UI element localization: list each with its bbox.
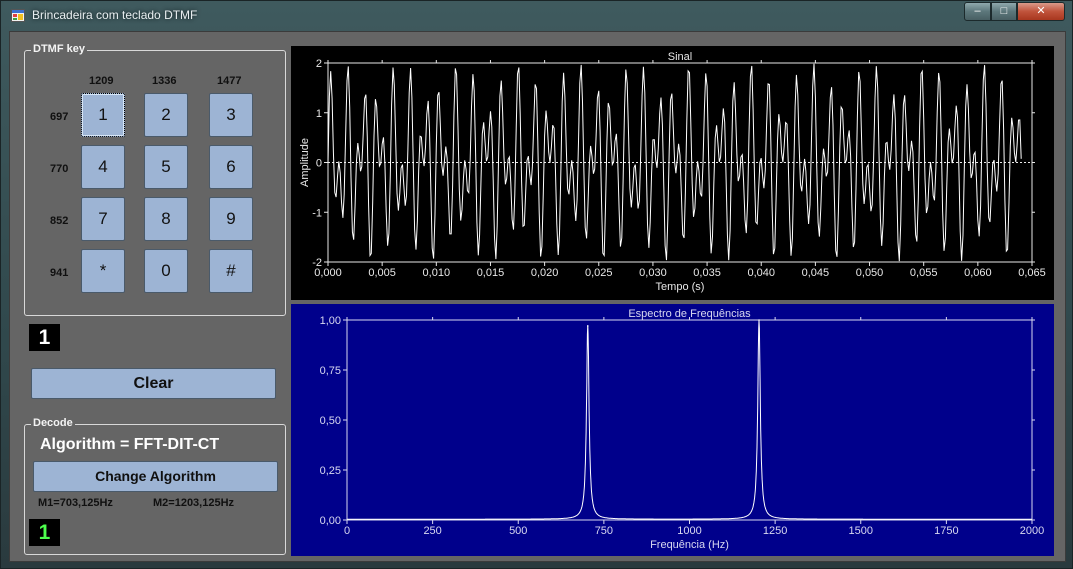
row-freq-941: 941 bbox=[50, 267, 69, 279]
x-tick-label: 0,030 bbox=[639, 267, 667, 279]
y-tick-label: 0,50 bbox=[320, 415, 341, 427]
m2-frequency-label: M2=1203,125Hz bbox=[153, 497, 235, 509]
y-tick-label: 0,00 bbox=[320, 515, 341, 527]
minimize-button[interactable]: – bbox=[964, 2, 991, 21]
column-freq-1477: 1477 bbox=[217, 75, 242, 87]
row-freq-770: 770 bbox=[50, 163, 69, 175]
x-tick-label: 0,055 bbox=[910, 267, 938, 279]
y-tick-label: 1 bbox=[316, 108, 322, 120]
signal-chart-svg: Sinal0,000 0,005 0,010 0,015 0,020 0,025 0,030… bbox=[299, 51, 1046, 293]
y-tick-label: 1,00 bbox=[320, 315, 341, 327]
spectrum-chart-svg: Espectro de Frequências0 250 500 750 1000 125… bbox=[320, 308, 1045, 551]
m1-frequency-label: M1=703,125Hz bbox=[38, 497, 113, 509]
key-1-button[interactable]: 1 bbox=[81, 93, 125, 137]
y-tick-label: 2 bbox=[316, 58, 322, 70]
x-tick-label: 1500 bbox=[849, 525, 873, 537]
clear-button[interactable]: Clear bbox=[31, 368, 276, 399]
x-tick-label: 0,045 bbox=[802, 267, 830, 279]
spectrum-peak-1 bbox=[586, 325, 589, 327]
y-axis-label: Amplitude bbox=[299, 138, 311, 187]
key-5-button[interactable]: 5 bbox=[144, 145, 188, 189]
key-7-button[interactable]: 7 bbox=[81, 197, 125, 241]
chart-title: Sinal bbox=[668, 51, 692, 63]
row-freq-697: 697 bbox=[50, 111, 69, 123]
spectrum-peak-2 bbox=[758, 319, 760, 321]
key-6-button[interactable]: 6 bbox=[209, 145, 253, 189]
x-tick-label: 0,040 bbox=[747, 267, 775, 279]
maximize-button[interactable]: □ bbox=[991, 2, 1017, 21]
key-hash-button[interactable]: # bbox=[209, 249, 253, 293]
y-tick-label: 0 bbox=[316, 158, 322, 170]
x-tick-label: 0 bbox=[344, 525, 350, 537]
x-tick-label: 0,050 bbox=[856, 267, 884, 279]
window-app-icon bbox=[11, 9, 25, 22]
spectrum-trace bbox=[347, 319, 1032, 520]
y-tick-label: -2 bbox=[312, 257, 322, 269]
key-0-button[interactable]: 0 bbox=[144, 249, 188, 293]
x-tick-label: 1250 bbox=[763, 525, 787, 537]
y-tick-label: 0,25 bbox=[320, 465, 341, 477]
dtmf-group-title: DTMF key bbox=[31, 43, 87, 55]
key-2-button[interactable]: 2 bbox=[144, 93, 188, 137]
key-8-button[interactable]: 8 bbox=[144, 197, 188, 241]
x-tick-label: 0,005 bbox=[368, 267, 396, 279]
key-4-button[interactable]: 4 bbox=[81, 145, 125, 189]
algorithm-label: Algorithm = FFT-DIT-CT bbox=[40, 436, 220, 453]
x-tick-label: 500 bbox=[509, 525, 527, 537]
plot-frame bbox=[346, 319, 1033, 521]
dtmf-key-group: DTMF key 1209 1336 1477 697 770 852 941 … bbox=[24, 43, 286, 316]
signal-chart[interactable]: Sinal 0,000 0,005 0,010 0,015 0,020 0,025 0,030… bbox=[291, 46, 1054, 300]
spectrum-chart[interactable]: Espectro de Frequências 0 250 500 750 1000 125… bbox=[291, 304, 1054, 556]
row-freq-852: 852 bbox=[50, 215, 69, 227]
window-title: Brincadeira com teclado DTMF bbox=[32, 8, 198, 22]
x-axis-label: Frequência (Hz) bbox=[650, 539, 729, 551]
x-tick-label: 0,060 bbox=[964, 267, 992, 279]
x-tick-label: 2000 bbox=[1020, 525, 1044, 537]
change-algorithm-button[interactable]: Change Algorithm bbox=[33, 461, 278, 492]
x-tick-label: 0,010 bbox=[423, 267, 451, 279]
x-tick-label: 0,020 bbox=[531, 267, 559, 279]
detected-key-display: 1 bbox=[29, 519, 60, 546]
x-tick-label: 0,035 bbox=[693, 267, 721, 279]
x-tick-label: 250 bbox=[423, 525, 441, 537]
x-axis-label: Tempo (s) bbox=[656, 281, 705, 293]
y-tick-label: 0,75 bbox=[320, 365, 341, 377]
key-9-button[interactable]: 9 bbox=[209, 197, 253, 241]
key-3-button[interactable]: 3 bbox=[209, 93, 253, 137]
decode-group: Decode Algorithm = FFT-DIT-CT Change Alg… bbox=[24, 417, 286, 555]
column-freq-1209: 1209 bbox=[89, 75, 114, 87]
x-tick-label: 0,065 bbox=[1018, 267, 1046, 279]
pressed-key-display: 1 bbox=[29, 324, 60, 351]
title-bar[interactable]: Brincadeira com teclado DTMF – □ ✕ bbox=[1, 1, 1073, 31]
x-tick-label: 1000 bbox=[677, 525, 701, 537]
x-tick-label: 750 bbox=[595, 525, 613, 537]
key-star-button[interactable]: * bbox=[81, 249, 125, 293]
app-window: Brincadeira com teclado DTMF – □ ✕ DTMF … bbox=[0, 0, 1073, 569]
client-area: DTMF key 1209 1336 1477 697 770 852 941 … bbox=[9, 31, 1066, 562]
y-tick-label: -1 bbox=[312, 207, 322, 219]
decode-group-title: Decode bbox=[31, 417, 75, 429]
x-tick-label: 1750 bbox=[934, 525, 958, 537]
close-button[interactable]: ✕ bbox=[1017, 2, 1065, 21]
x-tick-label: 0,015 bbox=[477, 267, 505, 279]
x-tick-label: 0,025 bbox=[585, 267, 613, 279]
column-freq-1336: 1336 bbox=[152, 75, 177, 87]
